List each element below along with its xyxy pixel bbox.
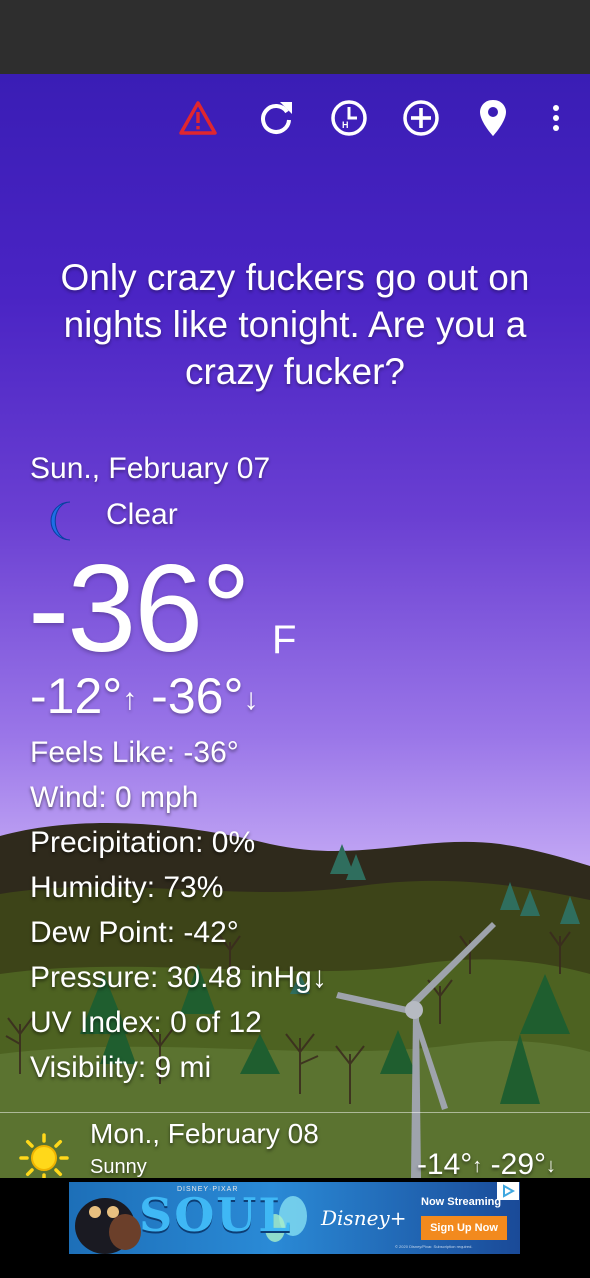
history-button[interactable]: H (327, 96, 371, 140)
ad-cta-heading: Now Streaming (421, 1196, 502, 1208)
location-button[interactable] (471, 96, 515, 140)
ad-choices-icon (503, 1184, 515, 1198)
current-date: Sun., February 07 (30, 452, 271, 485)
low-temp: -36° (151, 668, 244, 724)
ad-signup-button[interactable]: Sign Up Now (421, 1216, 507, 1240)
alert-icon (179, 101, 217, 135)
precipitation: Precipitation: 0% (30, 826, 256, 859)
pressure: Pressure: 30.48 inHg↓ (30, 961, 327, 994)
forecast-condition: Sunny (90, 1156, 147, 1178)
ad-title: SOUL (139, 1188, 293, 1242)
humidity: Humidity: 73% (30, 871, 224, 904)
add-location-icon (403, 100, 439, 136)
uv-index: UV Index: 0 of 12 (30, 1006, 262, 1039)
feels-like: Feels Like: -36° (30, 736, 239, 769)
temperature-unit: F (272, 618, 297, 662)
current-temperature: -36° (28, 540, 251, 678)
low-arrow-icon: ↓ (243, 683, 259, 716)
banner-ad[interactable]: DISNEY·PIXAR SOUL Disney+ Now Streaming … (69, 1182, 520, 1254)
current-condition: Clear (106, 498, 178, 531)
moon-icon (50, 501, 71, 541)
high-arrow-icon: ↑ (122, 683, 138, 716)
location-pin-icon (480, 100, 506, 136)
forecast-high-low: -14°↑ -29°↓ (417, 1148, 556, 1178)
forecast-high-arrow-icon: ↑ (472, 1155, 483, 1177)
ad-bar: DISNEY·PIXAR SOUL Disney+ Now Streaming … (0, 1178, 590, 1278)
snarky-quote: Only crazy fuckers go out on nights like… (60, 257, 530, 392)
svg-text:H: H (342, 120, 349, 130)
ad-choices-button[interactable] (497, 1182, 519, 1200)
visibility: Visibility: 9 mi (30, 1051, 212, 1084)
app-toolbar: H (0, 74, 590, 160)
forecast-low: -29° (490, 1148, 546, 1178)
high-temp: -12° (30, 668, 123, 724)
weather-app: H Only crazy fuckers go out on nights li… (0, 74, 590, 1178)
overflow-menu-icon (553, 105, 559, 131)
refresh-button[interactable] (254, 96, 298, 140)
ad-legal-text: © 2020 Disney/Pixar. Subscription requir… (395, 1244, 473, 1249)
ad-brand: Disney+ (321, 1206, 407, 1230)
weather-details: Feels Like: -36° Wind: 0 mph Precipitati… (30, 730, 390, 1090)
high-low: -12°↑ -36°↓ (30, 668, 258, 728)
system-status-bar (0, 0, 590, 74)
forecast-low-arrow-icon: ↓ (546, 1155, 556, 1177)
sun-icon (19, 1133, 69, 1178)
forecast-high: -14° (416, 1148, 473, 1178)
add-location-button[interactable] (399, 96, 443, 140)
refresh-icon (261, 102, 292, 134)
forecast-date[interactable]: Mon., February 08 (90, 1118, 319, 1150)
overflow-menu-button[interactable] (534, 96, 578, 140)
wind: Wind: 0 mph (30, 781, 199, 814)
forecast-divider (0, 1112, 590, 1113)
alert-button[interactable] (176, 96, 220, 140)
history-icon: H (331, 100, 367, 136)
dew-point: Dew Point: -42° (30, 916, 239, 949)
